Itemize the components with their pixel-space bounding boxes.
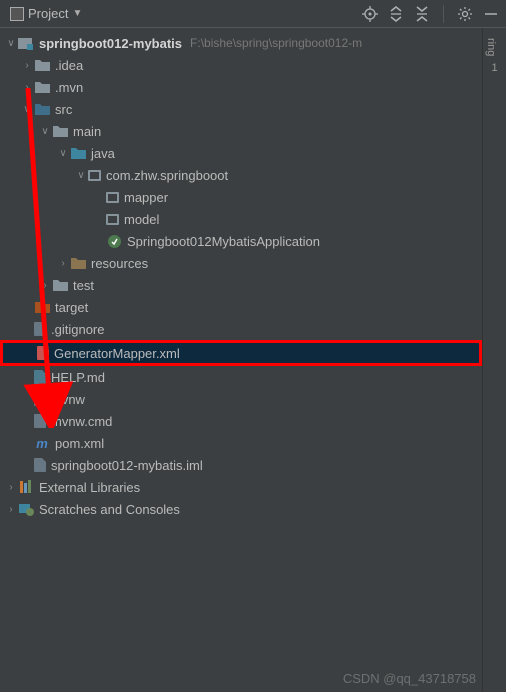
node-label: src — [55, 102, 72, 117]
tree-node-package[interactable]: ∨ com.zhw.springbooot — [0, 164, 482, 186]
tree-node-java[interactable]: ∨ java — [0, 142, 482, 164]
folder-icon — [34, 101, 50, 117]
maven-pom-icon: m — [34, 435, 50, 451]
tree-node-iml[interactable]: › springboot012-mybatis.iml — [0, 454, 482, 476]
separator — [443, 5, 444, 23]
node-label: java — [91, 146, 115, 161]
tree-node-pom[interactable]: › m pom.xml — [0, 432, 482, 454]
libraries-icon — [18, 479, 34, 495]
node-label: Scratches and Consoles — [39, 502, 180, 517]
expand-all-icon[interactable] — [387, 5, 405, 23]
target-folder-icon — [34, 299, 50, 315]
node-label: pom.xml — [55, 436, 104, 451]
node-label: springboot012-mybatis.iml — [51, 458, 203, 473]
node-label: mvnw.cmd — [51, 414, 112, 429]
node-label: main — [73, 124, 101, 139]
markdown-file-icon — [34, 370, 46, 384]
chevron-right-icon[interactable]: › — [4, 482, 18, 493]
chevron-down-icon[interactable]: ∨ — [20, 104, 34, 115]
collapse-all-icon[interactable] — [413, 5, 431, 23]
chevron-right-icon[interactable]: › — [20, 82, 34, 93]
chevron-down-icon[interactable]: ∨ — [56, 148, 70, 159]
tree-node-main[interactable]: ∨ main — [0, 120, 482, 142]
package-icon — [106, 214, 119, 225]
folder-icon — [34, 57, 50, 73]
spring-boot-class-icon — [106, 233, 122, 249]
package-icon — [88, 170, 101, 181]
source-folder-icon — [70, 145, 86, 161]
tree-node-test[interactable]: › test — [0, 274, 482, 296]
tree-node-mapper[interactable]: › mapper — [0, 186, 482, 208]
tree-node-target[interactable]: › target — [0, 296, 482, 318]
node-label: GeneratorMapper.xml — [54, 346, 180, 361]
project-toolbar: Project ▼ — [0, 0, 506, 28]
file-icon — [34, 322, 46, 336]
node-label: .gitignore — [51, 322, 104, 337]
node-label: Springboot012MybatisApplication — [127, 234, 320, 249]
node-label: HELP.md — [51, 370, 105, 385]
tree-node-help[interactable]: › HELP.md — [0, 366, 482, 388]
node-label: .mvn — [55, 80, 83, 95]
node-label: mvnw — [51, 392, 85, 407]
tree-node-mvn[interactable]: › .mvn — [0, 76, 482, 98]
node-label: target — [55, 300, 88, 315]
tree-node-mvnw-cmd[interactable]: › mvnw.cmd — [0, 410, 482, 432]
package-icon — [106, 192, 119, 203]
scratches-icon — [18, 501, 34, 517]
folder-icon — [52, 123, 68, 139]
node-label: mapper — [124, 190, 168, 205]
tree-node-scratches[interactable]: › Scratches and Consoles — [0, 498, 482, 520]
folder-icon — [52, 277, 68, 293]
tree-node-root[interactable]: ∨ springboot012-mybatis F:\bishe\spring\… — [0, 32, 482, 54]
project-label: Project — [28, 6, 68, 21]
xml-file-icon — [37, 346, 49, 360]
module-icon — [18, 35, 34, 51]
tree-node-model[interactable]: › model — [0, 208, 482, 230]
chevron-down-icon: ▼ — [72, 8, 82, 19]
chevron-right-icon[interactable]: › — [20, 60, 34, 71]
node-label: .idea — [55, 58, 83, 73]
tree-node-mvnw[interactable]: › mvnw — [0, 388, 482, 410]
right-gutter: ring 1 — [482, 28, 506, 692]
chevron-right-icon[interactable]: › — [38, 280, 52, 291]
node-label: springboot012-mybatis — [39, 36, 182, 51]
tree-node-idea[interactable]: › .idea — [0, 54, 482, 76]
node-label: com.zhw.springbooot — [106, 168, 228, 183]
folder-icon — [34, 79, 50, 95]
chevron-right-icon[interactable]: › — [56, 258, 70, 269]
project-icon — [10, 7, 24, 21]
project-tree[interactable]: ∨ springboot012-mybatis F:\bishe\spring\… — [0, 28, 482, 520]
right-tab-number: 1 — [483, 60, 506, 76]
file-icon — [34, 392, 46, 406]
node-path: F:\bishe\spring\springboot012-m — [190, 36, 362, 50]
right-tab-label[interactable]: ring — [483, 34, 499, 60]
tree-node-resources[interactable]: › resources — [0, 252, 482, 274]
node-label: resources — [91, 256, 148, 271]
chevron-down-icon[interactable]: ∨ — [4, 38, 18, 49]
resources-folder-icon — [70, 255, 86, 271]
chevron-right-icon[interactable]: › — [4, 504, 18, 515]
chevron-down-icon[interactable]: ∨ — [38, 126, 52, 137]
node-label: test — [73, 278, 94, 293]
chevron-down-icon[interactable]: ∨ — [74, 170, 88, 181]
file-icon — [34, 414, 46, 428]
tree-node-generator-mapper[interactable]: › GeneratorMapper.xml — [0, 340, 482, 366]
iml-file-icon — [34, 458, 46, 472]
tree-node-external-libraries[interactable]: › External Libraries — [0, 476, 482, 498]
tree-node-gitignore[interactable]: › .gitignore — [0, 318, 482, 340]
locate-icon[interactable] — [361, 5, 379, 23]
project-view-selector[interactable]: Project ▼ — [6, 4, 86, 23]
tree-node-app-class[interactable]: › Springboot012MybatisApplication — [0, 230, 482, 252]
hide-icon[interactable] — [482, 5, 500, 23]
watermark: CSDN @qq_43718758 — [343, 671, 476, 686]
gear-icon[interactable] — [456, 5, 474, 23]
node-label: External Libraries — [39, 480, 140, 495]
node-label: model — [124, 212, 159, 227]
tree-node-src[interactable]: ∨ src — [0, 98, 482, 120]
